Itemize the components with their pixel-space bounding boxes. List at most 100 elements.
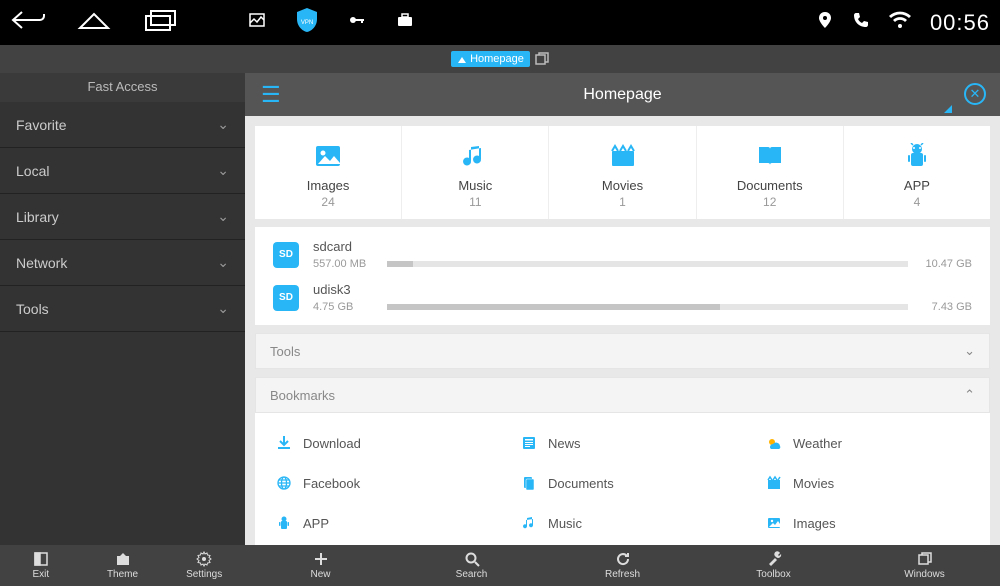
movies-icon [765,474,783,492]
bookmark-movies[interactable]: Movies [745,463,990,503]
bookmark-documents[interactable]: Documents [500,463,745,503]
tab-add-icon[interactable] [535,52,549,66]
back-icon[interactable] [10,8,46,37]
wifi-icon [888,10,912,36]
search-icon [464,551,480,567]
page-title: Homepage [583,86,661,104]
close-icon[interactable]: ✕ [964,83,986,105]
toolbar-settings[interactable]: Settings [163,545,245,586]
chevron-up-icon: ⌃ [964,387,975,403]
bookmark-label: Download [303,436,361,451]
storage-used: 557.00 MB [313,258,379,270]
bookmark-app[interactable]: APP [255,503,500,543]
bookmark-download[interactable]: Download [255,423,500,463]
documents-icon [697,140,843,172]
category-documents[interactable]: Documents 12 [697,126,844,219]
category-label: Movies [549,178,695,193]
sidebar-header: Fast Access [0,73,245,102]
storage-name: sdcard [313,239,972,254]
images-icon [255,140,401,172]
storage-name: udisk3 [313,282,972,297]
section-bookmarks[interactable]: Bookmarks ⌃ [255,377,990,413]
toolbar-label: Exit [33,569,50,580]
category-label: Images [255,178,401,193]
sd-icon: SD [273,242,299,268]
category-music[interactable]: Music 11 [402,126,549,219]
sidebar-item-tools[interactable]: Tools⌄ [0,286,245,332]
toolbar-exit[interactable]: Exit [0,545,82,586]
exit-icon [33,551,49,567]
windows-icon [917,551,933,567]
documents-icon [520,474,538,492]
toolbar-new[interactable]: New [245,545,396,586]
resize-corner-icon[interactable] [944,105,952,113]
section-tools[interactable]: Tools ⌄ [255,333,990,369]
storage-total: 7.43 GB [916,301,972,313]
bookmark-label: Facebook [303,476,360,491]
bookmark-label: Music [548,516,582,531]
new-icon [313,551,329,567]
bookmark-facebook[interactable]: Facebook [255,463,500,503]
toolbar-windows[interactable]: Windows [849,545,1000,586]
home-icon[interactable] [76,8,112,37]
category-label: Documents [697,178,843,193]
sidebar-item-library[interactable]: Library⌄ [0,194,245,240]
toolbar-search[interactable]: Search [396,545,547,586]
toolbar-refresh[interactable]: Refresh [547,545,698,586]
bookmark-music[interactable]: Music [500,503,745,543]
phone-icon [852,11,870,35]
tab-homepage[interactable]: Homepage [451,51,530,67]
storage-bar [387,261,908,267]
recent-apps-icon[interactable] [142,8,178,37]
category-app[interactable]: APP 4 [844,126,990,219]
content-header: ☰ Homepage ✕ [245,73,1000,116]
app-icon [275,514,293,532]
menu-icon[interactable]: ☰ [261,82,281,108]
category-count: 1 [549,195,695,209]
category-count: 11 [402,195,548,209]
bookmark-weather[interactable]: Weather [745,423,990,463]
chevron-down-icon: ⌄ [217,116,229,133]
bookmark-label: Weather [793,436,842,451]
chevron-down-icon: ⌄ [964,343,975,359]
svg-text:VPN: VPN [301,20,313,26]
category-count: 4 [844,195,990,209]
location-icon [816,11,834,35]
category-row: Images 24 Music 11 Movies 1 Documents 12… [255,126,990,219]
tab-bar: Homepage [0,45,1000,73]
news-icon [520,434,538,452]
storage-panel: SD sdcard 557.00 MB 10.47 GB SD udisk3 4… [255,227,990,325]
bookmark-news[interactable]: News [500,423,745,463]
sidebar-item-favorite[interactable]: Favorite⌄ [0,102,245,148]
sidebar-item-network[interactable]: Network⌄ [0,240,245,286]
bookmark-images[interactable]: Images [745,503,990,543]
picture-status-icon [248,11,266,34]
toolbar-label: New [310,569,330,580]
weather-icon [765,434,783,452]
refresh-icon [615,551,631,567]
app-icon [844,140,990,172]
status-clock: 00:56 [930,10,990,36]
category-movies[interactable]: Movies 1 [549,126,696,219]
toolbar-label: Search [456,569,488,580]
storage-used: 4.75 GB [313,301,379,313]
key-status-icon [348,11,366,34]
android-status-bar: VPN 00:56 [0,0,1000,45]
toolbox-icon [766,551,782,567]
toolbar-label: Refresh [605,569,640,580]
bookmark-label: APP [303,516,329,531]
toolbar-label: Toolbox [756,569,790,580]
images-icon [765,514,783,532]
content-area: ☰ Homepage ✕ Images 24 Music 11 Movies 1… [245,73,1000,545]
category-label: Music [402,178,548,193]
toolbar-theme[interactable]: Theme [82,545,164,586]
storage-udisk3[interactable]: SD udisk3 4.75 GB 7.43 GB [255,276,990,319]
toolbar-toolbox[interactable]: Toolbox [698,545,849,586]
sidebar-item-local[interactable]: Local⌄ [0,148,245,194]
chevron-down-icon: ⌄ [217,300,229,317]
category-images[interactable]: Images 24 [255,126,402,219]
music-icon [520,514,538,532]
storage-sdcard[interactable]: SD sdcard 557.00 MB 10.47 GB [255,233,990,276]
toolbar-label: Windows [904,569,945,580]
chevron-down-icon: ⌄ [217,162,229,179]
